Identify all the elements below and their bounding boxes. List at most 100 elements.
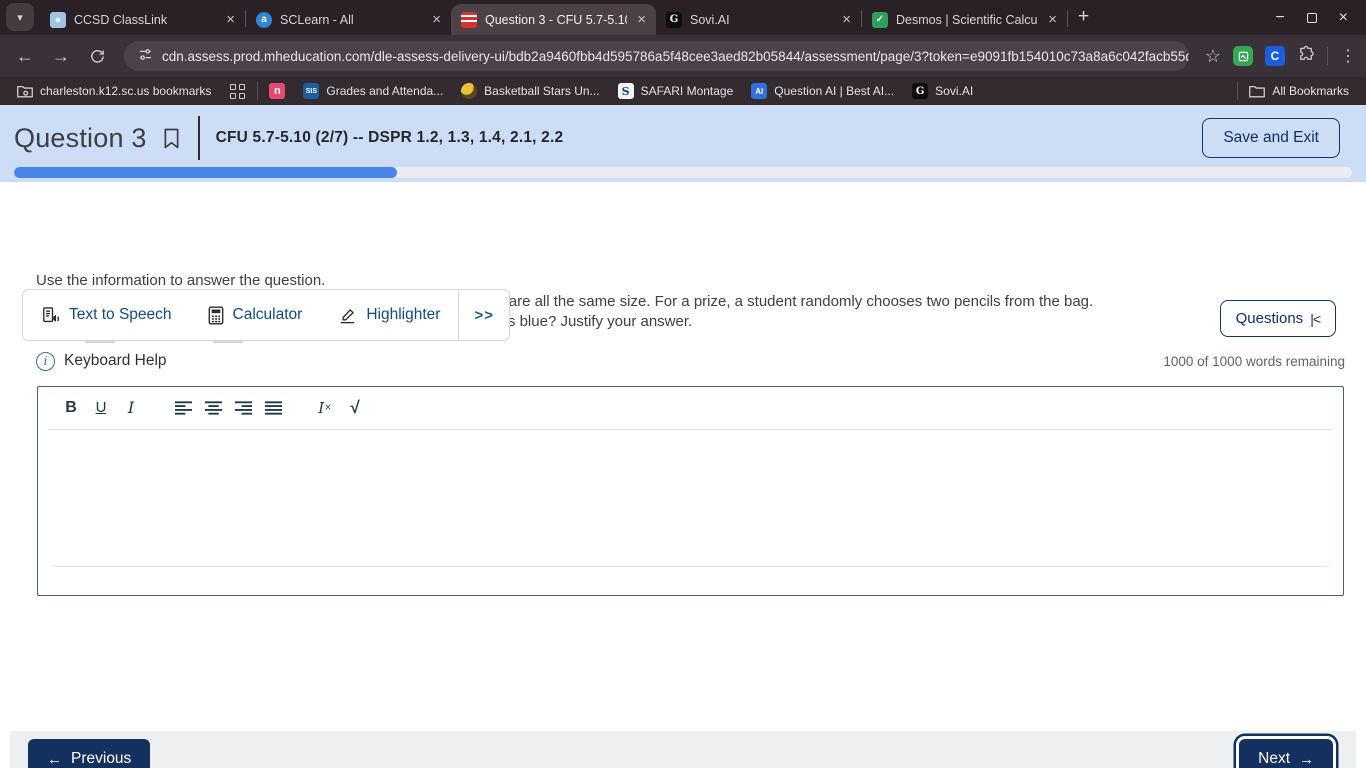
highlighter-icon (338, 306, 357, 325)
underline-button[interactable]: U (86, 393, 116, 423)
restore-icon[interactable] (1307, 13, 1317, 23)
browser-menu-icon[interactable]: ⋮ (1340, 46, 1356, 66)
tab-title: Desmos | Scientific Calculator (896, 13, 1038, 27)
calculator-button[interactable]: Calculator (190, 290, 321, 340)
question-content: Text to Speech Calculator Highlighter >>… (0, 271, 1366, 768)
questions-panel-button[interactable]: Questions |< (1220, 300, 1336, 337)
editor-toolbar: B U I I× √ (38, 387, 1343, 429)
clear-formatting-sub: × (324, 403, 332, 413)
bookmark-item[interactable]: S SAFARI Montage (611, 80, 741, 102)
text-to-speech-button[interactable]: Text to Speech (23, 290, 190, 340)
keyboard-help-link[interactable]: Keyboard Help (64, 352, 167, 370)
answer-editor: B U I I× √ (37, 386, 1344, 596)
justify-button[interactable] (258, 393, 288, 423)
extension-c-icon[interactable]: C (1265, 46, 1285, 66)
url-text: cdn.assess.prod.mheducation.com/dle-asse… (162, 49, 1189, 64)
bookmark-item[interactable]: SIS Grades and Attenda... (296, 80, 450, 102)
tab-desmos[interactable]: ✓ Desmos | Scientific Calculator × (862, 4, 1067, 35)
tab-ccsd-classlink[interactable]: CCSD ClassLink × (40, 4, 245, 35)
justify-icon (265, 401, 282, 415)
tab-search-button[interactable]: ▾ (6, 3, 34, 31)
bookmark-item[interactable]: G Sovi.AI (905, 80, 980, 102)
bookmark-label: Grades and Attenda... (326, 84, 443, 98)
all-bookmarks-label: All Bookmarks (1272, 84, 1349, 98)
collapse-left-icon: |< (1310, 311, 1320, 327)
browser-tab-strip: ▾ CCSD ClassLink × a SCLearn - All × Que… (0, 0, 1366, 35)
extensions-puzzle-icon[interactable] (1297, 45, 1315, 68)
previous-label: Previous (71, 750, 131, 768)
desmos-favicon-icon: ✓ (872, 12, 888, 28)
browser-nav-toolbar: ← → cdn.assess.prod.mheducation.com/dle-… (0, 35, 1366, 77)
tab-sovi[interactable]: G Sovi.AI × (656, 4, 861, 35)
align-right-button[interactable] (228, 393, 258, 423)
close-icon[interactable]: × (224, 11, 237, 28)
bookmark-label: SAFARI Montage (641, 84, 734, 98)
bookmark-favicon-safari: S (618, 83, 634, 99)
previous-button[interactable]: ← Previous (28, 739, 150, 768)
align-left-button[interactable] (168, 393, 198, 423)
tab-sclearn[interactable]: a SCLearn - All × (246, 4, 451, 35)
apps-grid-icon[interactable] (222, 82, 253, 101)
tab-title: Question 3 - CFU 5.7-5.10 (2/7) (485, 13, 627, 27)
page-title: Question 3 (14, 123, 147, 154)
extension-green-icon[interactable] (1233, 46, 1253, 66)
tab-question-active[interactable]: Question 3 - CFU 5.7-5.10 (2/7) × (451, 4, 656, 35)
chevron-down-icon: ▾ (17, 11, 23, 24)
next-button[interactable]: Next → (1239, 739, 1333, 768)
highlighter-label: Highlighter (366, 306, 440, 324)
progress-bar (14, 167, 1352, 178)
math-sqrt-button[interactable]: √ (340, 393, 370, 423)
align-left-icon (175, 401, 192, 415)
header-divider (198, 116, 200, 160)
bookmarks-divider (257, 82, 258, 100)
tab-title: Sovi.AI (690, 13, 832, 27)
minimize-icon[interactable]: − (1275, 9, 1284, 27)
close-icon[interactable]: × (635, 11, 648, 28)
clear-formatting-button[interactable]: I× (310, 393, 340, 423)
assessment-header: Question 3 CFU 5.7-5.10 (2/7) -- DSPR 1.… (0, 105, 1366, 182)
align-center-button[interactable] (198, 393, 228, 423)
ccsd-favicon-icon (50, 12, 66, 28)
bookmark-favicon-sovi: G (912, 83, 928, 99)
more-tools-button[interactable]: >> (458, 290, 509, 340)
align-right-icon (235, 401, 252, 415)
align-center-icon (205, 401, 222, 415)
close-icon[interactable]: × (430, 11, 443, 28)
bookmark-item[interactable]: AI Question AI | Best AI... (744, 80, 901, 102)
bookmark-favicon-ai: AI (751, 83, 767, 99)
close-icon[interactable]: × (840, 11, 853, 28)
site-info-icon[interactable] (138, 47, 153, 65)
new-tab-button[interactable]: + (1078, 6, 1089, 28)
reload-icon[interactable] (82, 41, 112, 71)
tab-title: CCSD ClassLink (74, 13, 216, 27)
bookmark-label: Basketball Stars Un... (484, 84, 599, 98)
all-bookmarks-button[interactable]: All Bookmarks (1242, 81, 1356, 101)
info-icon[interactable]: i (36, 352, 55, 371)
hidden-panel-edge (213, 341, 243, 343)
toolbar-actions: ☆ C ⋮ (1201, 45, 1356, 68)
address-bar[interactable]: cdn.assess.prod.mheducation.com/dle-asse… (124, 41, 1189, 71)
save-and-exit-button[interactable]: Save and Exit (1202, 118, 1340, 158)
answer-text-area[interactable] (48, 430, 1333, 567)
window-close-icon[interactable]: × (1339, 9, 1348, 27)
folder-gear-icon (17, 84, 33, 98)
bookmark-icon (163, 128, 180, 149)
bookmark-label: Question AI | Best AI... (774, 84, 894, 98)
flag-question-button[interactable] (163, 128, 180, 149)
highlighter-button[interactable]: Highlighter (320, 290, 458, 340)
bookmark-star-icon[interactable]: ☆ (1205, 46, 1221, 67)
bookmarks-folder[interactable]: charleston.k12.sc.us bookmarks (10, 81, 218, 101)
bookmark-label: Sovi.AI (935, 84, 973, 98)
progress-fill (14, 167, 397, 178)
close-icon[interactable]: × (1046, 11, 1059, 28)
italic-button[interactable]: I (116, 393, 146, 423)
forward-icon[interactable]: → (46, 41, 76, 71)
back-icon[interactable]: ← (10, 41, 40, 71)
words-remaining-counter: 1000 of 1000 words remaining (1163, 354, 1345, 369)
calculator-icon (208, 306, 224, 325)
basketball-icon (461, 83, 477, 99)
bookmark-item[interactable]: n (262, 80, 292, 102)
bookmark-item[interactable]: Basketball Stars Un... (454, 80, 606, 102)
text-to-speech-icon (41, 306, 60, 325)
bold-button[interactable]: B (56, 393, 86, 423)
